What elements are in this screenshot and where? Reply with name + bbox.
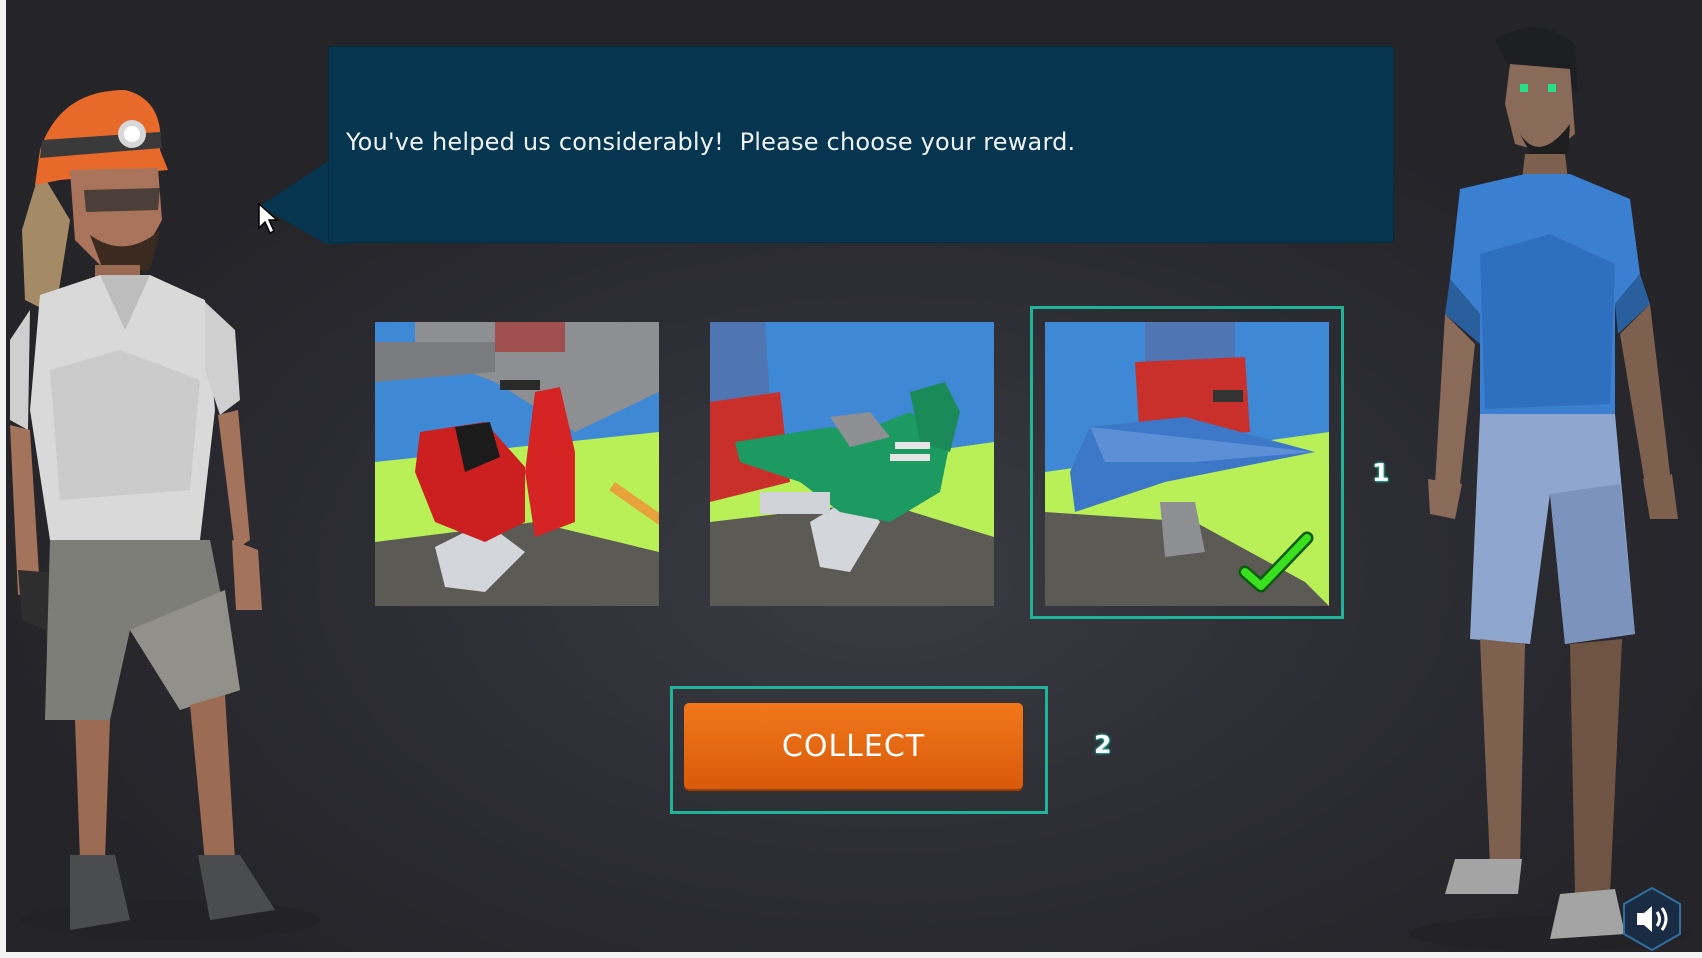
reward-option-motorcycle[interactable] bbox=[710, 322, 994, 606]
sound-toggle-button[interactable] bbox=[1622, 886, 1682, 952]
motorcycle-image bbox=[710, 322, 994, 606]
step-marker-2: 2 bbox=[1094, 730, 1112, 759]
scooter-image bbox=[375, 322, 659, 606]
paper-airplane-image bbox=[1045, 322, 1329, 606]
dialog-message: You've helped us considerably! Please ch… bbox=[346, 128, 1076, 156]
collect-button[interactable]: COLLECT bbox=[684, 703, 1023, 789]
reward-option-scooter[interactable] bbox=[375, 322, 659, 606]
reward-option-paper-airplane[interactable] bbox=[1045, 322, 1329, 606]
npc-blue-shirt-man bbox=[1410, 27, 1690, 952]
step-marker-1: 1 bbox=[1372, 458, 1390, 487]
